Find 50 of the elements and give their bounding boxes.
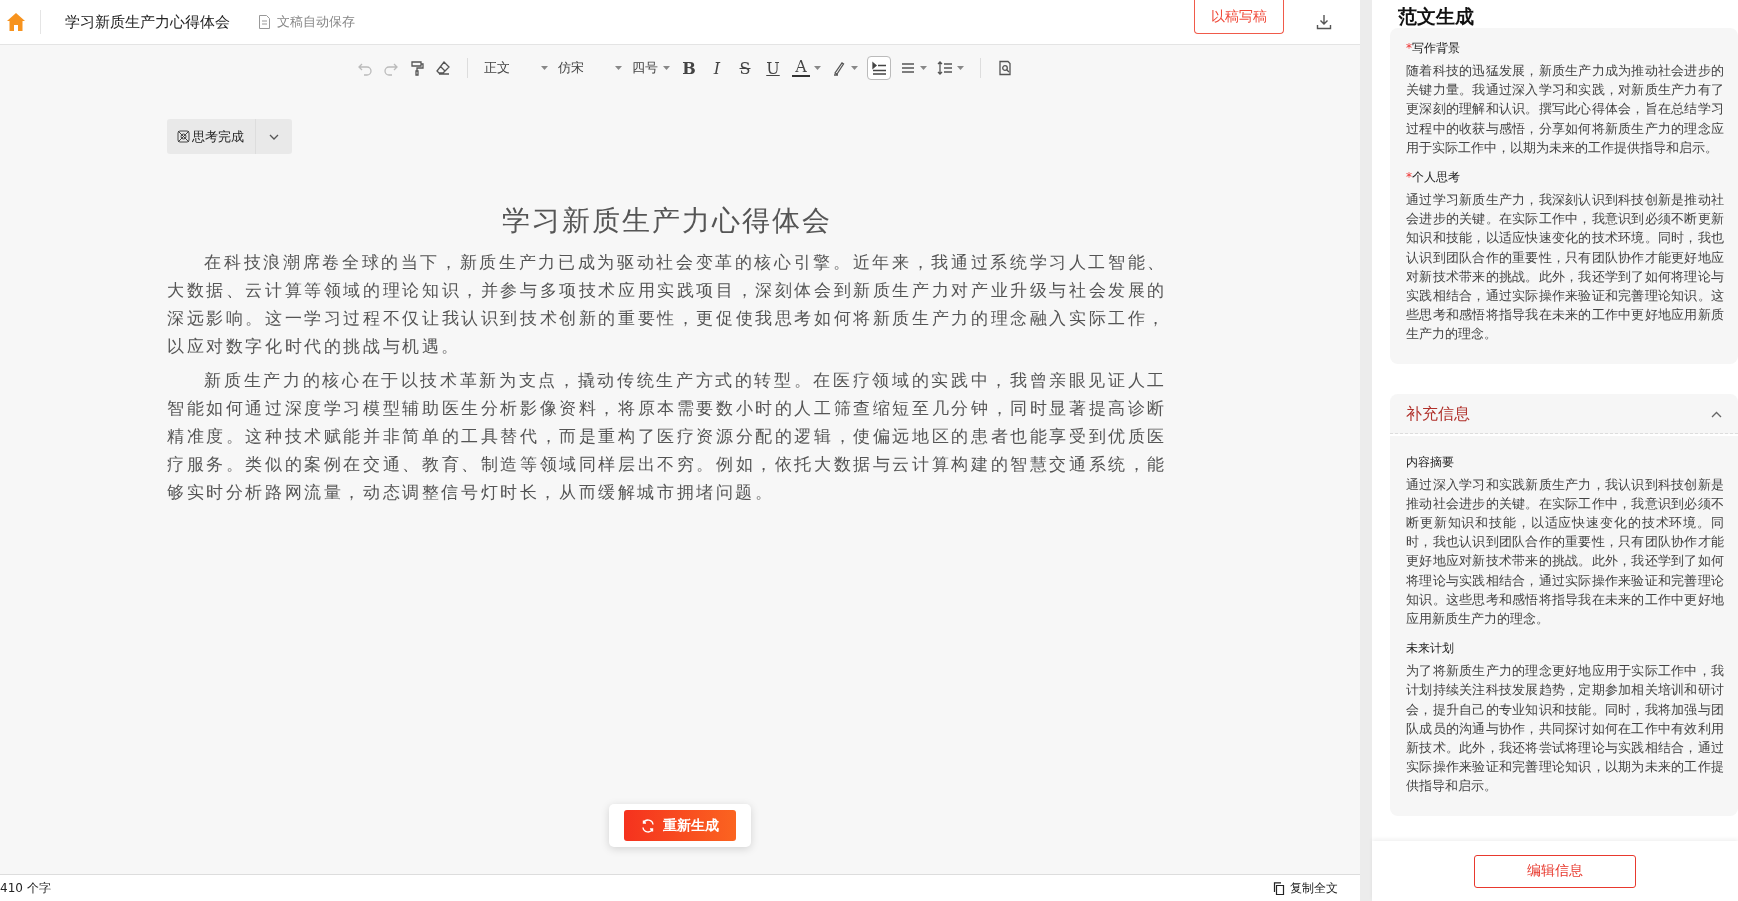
caret-icon (920, 65, 927, 71)
strikethrough-button[interactable]: S (736, 58, 754, 78)
supplement-title: 补充信息 (1406, 403, 1470, 425)
eraser-icon[interactable] (435, 60, 451, 76)
font-size-dropdown[interactable]: 四号 (632, 59, 670, 77)
essay-title: 学习新质生产力心得体会 (501, 203, 833, 239)
document-icon (258, 15, 271, 29)
thinking-status-button[interactable]: 思考完成 (167, 119, 292, 154)
caret-icon (663, 65, 670, 71)
download-icon[interactable] (1316, 14, 1332, 30)
caret-icon (957, 65, 964, 71)
bold-button[interactable]: B (680, 58, 698, 78)
field-label: 内容摘要 (1406, 453, 1455, 471)
chevron-down-icon (269, 133, 279, 140)
thinking-icon (177, 130, 190, 143)
edit-info-button[interactable]: 编辑信息 (1474, 854, 1636, 888)
find-in-document-icon[interactable] (997, 60, 1013, 76)
chevron-up-icon[interactable] (1711, 410, 1722, 418)
caret-icon (814, 65, 821, 71)
first-line-indent-icon[interactable] (868, 57, 890, 79)
font-color-button[interactable]: A (792, 59, 810, 77)
supplement-header[interactable]: 补充信息 (1390, 393, 1738, 434)
field-text: 通过学习新质生产力，我深刻认识到科技创新是推动社会进步的关键。在实际工作中，我意识到必须不断更新知识和技能，以适应快速变化的技术环境。同时，我也认识到团队合作的重要性，只有团队协作才能更好地应对新技术带来的挑战。此外，我还学到了如何将理论与实践相结合，通过实际操作来验证和完善理论知识。这些思考和感悟将指导我在未来的工作中更好地应用新质生产力的理念。 (1406, 191, 1724, 344)
write-from-draft-button[interactable]: 以稿写稿 (1194, 0, 1284, 34)
field-text: 为了将新质生产力的理念更好地应用于实际工作中，我计划持续关注科技发展趋势，定期参加相关培训和研讨会，提升自己的专业知识和技能。同时，我将加强与团队成员的沟通与协作，共同探讨如何在工作中有效利用新技术。此外，我还将尝试将理论与实践相结合，通过实际操作来验证和完善理论知识，以期为未来的工作提供指导和启示。 (1406, 662, 1724, 796)
essay-paragraph: 新质生产力的核心在于以技术革新为支点，撬动传统生产方式的转型。在医疗领域的实践中，我曾亲眼见证人工智能如何通过深度学习模型辅助医生分析影像资料，将原本需要数小时的人工筛查缩短至几分钟，同时显著提高诊断精准度。这种技术赋能并非简单的工具替代，而是重构了医疗资源分配的逻辑，使偏远地区的患者也能享受到优质医疗服务。类似的案例在交通、教育、制造等领域同样层出不穷。例如，依托大数据与云计算构建的智慧交通系统，能够实时分析路网流量，动态调整信号灯时长，从而缓解城市拥堵问题。 (167, 369, 1167, 504)
field-label: 未来计划 (1406, 640, 1455, 658)
align-icon[interactable] (900, 60, 916, 76)
caret-icon (615, 65, 622, 71)
field-text: 随着科技的迅猛发展，新质生产力成为推动社会进步的关键力量。我通过深入学习和实践，对新质生产力有了更深刻的理解和认识。撰写此心得体会，旨在总结学习过程中的收获与感悟，分享如何将新质生产力的理念应用于实际工作中，以期为未来的工作提供指导和启示。 (1406, 62, 1724, 157)
word-count: 410 个字 (0, 879, 51, 897)
copy-icon (1273, 881, 1285, 895)
underline-button[interactable]: U (764, 58, 782, 78)
highlighter-icon[interactable] (831, 60, 847, 76)
copy-all-button[interactable]: 复制全文 (1273, 879, 1338, 897)
line-spacing-icon[interactable] (937, 60, 953, 76)
document-title: 学习新质生产力心得体会 (65, 12, 230, 32)
field-label: *个人思考 (1406, 169, 1461, 186)
refresh-icon (641, 818, 655, 833)
italic-button[interactable]: I (708, 58, 726, 78)
font-family-dropdown[interactable]: 仿宋 (558, 59, 622, 77)
field-text: 通过深入学习和实践新质生产力，我认识到科技创新是推动社会进步的关键。在实际工作中，我意识到必须不断更新知识和技能，以适应快速变化的技术环境。同时，我也认识到团队合作的重要性，只有团队协作才能更好地应对新技术带来的挑战。此外，我还学到了如何将理论与实践相结合，通过实际操作来验证和完善理论知识。这些思考和感悟将指导我在未来的工作中更好地应用新质生产力的理念。 (1406, 475, 1724, 629)
caret-icon (851, 65, 858, 71)
field-label: *写作背景 (1406, 40, 1461, 57)
caret-icon (541, 65, 548, 71)
essay-paragraph: 在科技浪潮席卷全球的当下，新质生产力已成为驱动社会变革的核心引擎。近年来，我通过系统学习人工智能、大数据、云计算等领域的理论知识，并参与多项技术应用实践项目，深刻体会到新质生产力对产业升级与社会发展的深远影响。这一学习过程不仅让我认识到技术创新的重要性，更促使我思考如何将新质生产力的理念融入实际工作，以应对数字化时代的挑战与机遇。 (167, 251, 1167, 358)
paragraph-style-dropdown[interactable]: 正文 (484, 59, 548, 77)
format-painter-icon[interactable] (409, 60, 425, 76)
panel-title: 范文生成 (1398, 4, 1475, 28)
autosave-status: 文稿自动保存 (277, 13, 355, 31)
